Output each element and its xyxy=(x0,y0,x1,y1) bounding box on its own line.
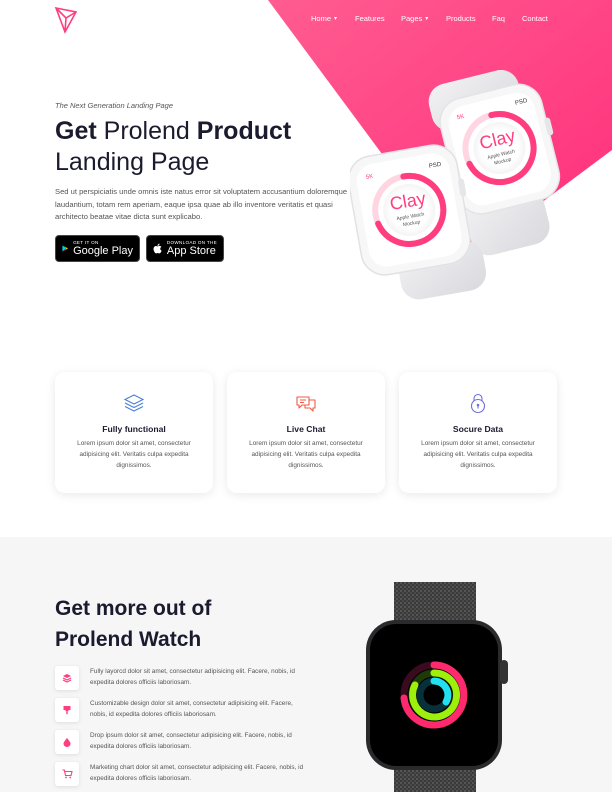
nav-home[interactable]: Home ▾ xyxy=(311,14,337,23)
nav-products[interactable]: Products xyxy=(446,14,476,23)
list-item-text: Customizable design dolor sit amet, cons… xyxy=(90,700,293,718)
hero-eyebrow: The Next Generation Landing Page xyxy=(55,101,173,110)
watch-front-corner-left: 5K xyxy=(366,174,374,181)
brand-logo-icon[interactable] xyxy=(52,4,84,36)
apple-icon xyxy=(153,243,162,254)
google-play-name: Google Play xyxy=(73,245,133,257)
nav-contact-label: Contact xyxy=(522,14,548,23)
section2-title: Get more out of Prolend Watch xyxy=(55,593,211,655)
feature-card-live-chat: Live Chat Lorem ipsum dolor sit amet, co… xyxy=(227,372,385,493)
headline-word-prolend: Prolend xyxy=(103,117,190,145)
chat-icon xyxy=(296,396,316,412)
list-item: Customizable design dolor sit amet, cons… xyxy=(55,698,315,724)
google-play-icon xyxy=(62,245,68,252)
app-store-name: App Store xyxy=(166,245,216,257)
list-item-text: Drop ipsum dolor sit amet, consectetur a… xyxy=(90,732,292,750)
list-item-text: Fully layorcd dolor sit amet, consectetu… xyxy=(90,668,295,686)
hero-description: Sed ut perspiciatis unde omnis iste natu… xyxy=(55,187,348,222)
nav-faq-label: Faq xyxy=(492,14,505,23)
headline-word-product: Product xyxy=(196,117,292,145)
feature-card-fully-functional: Fully functional Lorem ipsum dolor sit a… xyxy=(55,372,213,493)
black-watch-illustration xyxy=(366,582,508,792)
nav-pages-label: Pages xyxy=(401,14,423,23)
hero-watch-illustration: Clay Apple Watch Mockup 5K PSD Clay Appl… xyxy=(350,70,561,300)
layers-icon xyxy=(123,394,145,412)
section2-title-line2: Prolend Watch xyxy=(55,628,202,651)
features-section: Fully functional Lorem ipsum dolor sit a… xyxy=(0,372,612,494)
hero-section: Home ▾ Features Pages ▾ Products Faq Con… xyxy=(0,0,612,360)
list-item: Fully layorcd dolor sit amet, consectetu… xyxy=(55,666,315,692)
chevron-down-icon: ▾ xyxy=(425,16,429,22)
headline-word-get: Get xyxy=(55,117,97,145)
feature-title: Fully functional xyxy=(102,424,166,434)
brush-icon xyxy=(55,698,79,722)
nav-faq[interactable]: Faq xyxy=(492,14,505,23)
list-item: Drop ipsum dolor sit amet, consectetur a… xyxy=(55,730,315,756)
list-item-text: Marketing chart dolor sit amet, consecte… xyxy=(90,764,304,782)
nav-products-label: Products xyxy=(446,14,476,23)
list-item: Marketing chart dolor sit amet, consecte… xyxy=(55,762,315,788)
stack-icon xyxy=(55,666,79,690)
chevron-down-icon: ▾ xyxy=(334,16,338,22)
feature-title: Socure Data xyxy=(452,424,504,434)
feature-text: Lorem ipsum dolor sit amet, consectetur … xyxy=(77,440,191,469)
hero-headline: Get Prolend Product Landing Page xyxy=(55,116,291,178)
lock-icon xyxy=(470,393,486,414)
cart-icon xyxy=(55,762,79,786)
headline-line-2: Landing Page xyxy=(55,148,210,176)
feature-text: Lorem ipsum dolor sit amet, consectetur … xyxy=(249,440,363,469)
feature-card-secure-data: Socure Data Lorem ipsum dolor sit amet, … xyxy=(399,372,557,493)
app-store-button[interactable]: DOWNLOAD ON THE App Store xyxy=(146,235,224,262)
section2-title-line1: Get more out of xyxy=(55,597,212,620)
drop-icon xyxy=(55,730,79,754)
nav-features-label: Features xyxy=(355,14,385,23)
watch-features-section: Get more out of Prolend Watch Fully layo… xyxy=(0,537,612,792)
google-play-button[interactable]: GET IT ON Google Play xyxy=(55,235,140,262)
feature-text: Lorem ipsum dolor sit amet, consectetur … xyxy=(421,440,535,469)
nav-home-label: Home xyxy=(311,14,332,23)
nav-contact[interactable]: Contact xyxy=(522,14,548,23)
feature-title: Live Chat xyxy=(286,424,326,434)
nav-pages[interactable]: Pages ▾ xyxy=(401,14,428,23)
nav-features[interactable]: Features xyxy=(355,14,385,23)
